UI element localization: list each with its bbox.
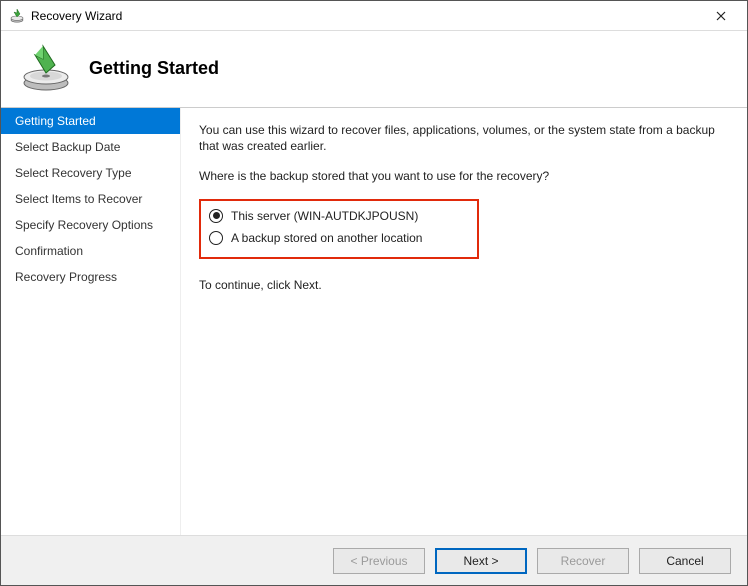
intro-text: You can use this wizard to recover files… (199, 122, 729, 154)
recover-button: Recover (537, 548, 629, 574)
radio-label: This server (WIN-AUTDKJPOUSN) (231, 209, 418, 223)
titlebar: Recovery Wizard (1, 1, 747, 31)
radio-icon (209, 209, 223, 223)
radio-this-server[interactable]: This server (WIN-AUTDKJPOUSN) (207, 205, 471, 227)
step-select-items-to-recover[interactable]: Select Items to Recover (1, 186, 180, 212)
wizard-header-title: Getting Started (89, 58, 219, 79)
window-title: Recovery Wizard (31, 9, 701, 23)
radio-label: A backup stored on another location (231, 231, 422, 245)
step-confirmation[interactable]: Confirmation (1, 238, 180, 264)
app-icon (9, 8, 25, 24)
step-select-recovery-type[interactable]: Select Recovery Type (1, 160, 180, 186)
step-select-backup-date[interactable]: Select Backup Date (1, 134, 180, 160)
continue-hint: To continue, click Next. (199, 277, 729, 293)
radio-icon (209, 231, 223, 245)
wizard-body: Getting Started Select Backup Date Selec… (1, 107, 747, 535)
question-text: Where is the backup stored that you want… (199, 168, 729, 184)
next-button[interactable]: Next > (435, 548, 527, 574)
wizard-footer: < Previous Next > Recover Cancel (1, 535, 747, 585)
previous-button: < Previous (333, 548, 425, 574)
close-button[interactable] (701, 2, 741, 30)
recovery-wizard-window: Recovery Wizard Getting Started Getting … (0, 0, 748, 586)
step-specify-recovery-options[interactable]: Specify Recovery Options (1, 212, 180, 238)
wizard-content: You can use this wizard to recover files… (181, 108, 747, 535)
cancel-button[interactable]: Cancel (639, 548, 731, 574)
step-recovery-progress[interactable]: Recovery Progress (1, 264, 180, 290)
radio-another-location[interactable]: A backup stored on another location (207, 227, 471, 249)
step-getting-started[interactable]: Getting Started (1, 108, 180, 134)
wizard-header-icon (21, 43, 71, 93)
wizard-header: Getting Started (1, 31, 747, 107)
backup-location-group: This server (WIN-AUTDKJPOUSN) A backup s… (199, 199, 479, 259)
steps-sidebar: Getting Started Select Backup Date Selec… (1, 108, 181, 535)
